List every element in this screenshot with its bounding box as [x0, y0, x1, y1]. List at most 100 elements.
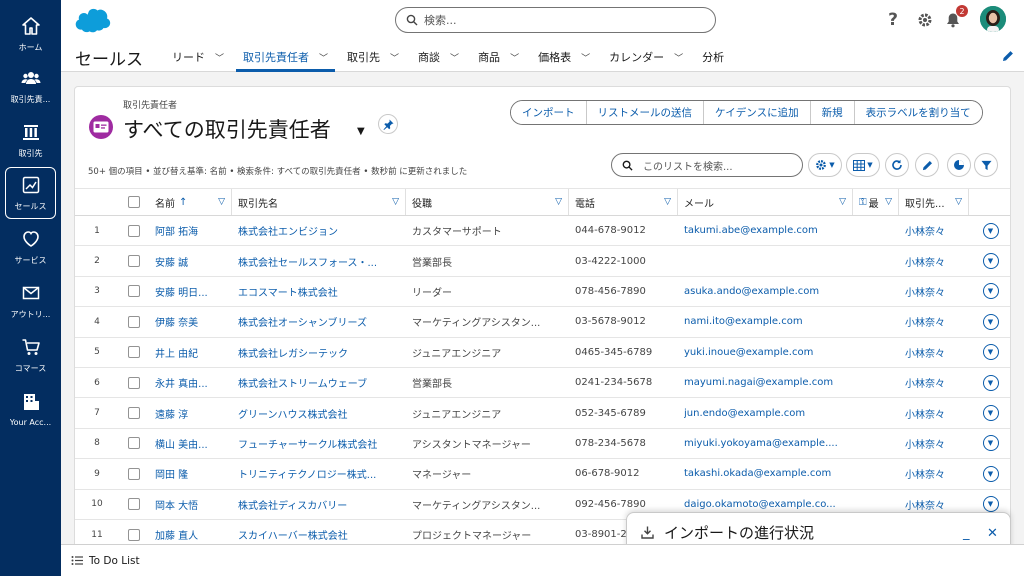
pin-list-icon[interactable] [378, 114, 398, 134]
chevron-down-icon[interactable]: ﹀ [674, 51, 683, 64]
row-actions-chevron-icon[interactable]: ▼ [982, 313, 999, 330]
contact-name-link[interactable]: 横山 美由... [155, 436, 208, 451]
contact-name-link[interactable]: 伊藤 奈美 [155, 314, 198, 329]
account-name-link[interactable]: スカイハーバー株式会社 [238, 527, 348, 542]
rail-item-7[interactable]: Your Acc... [5, 383, 56, 435]
list-search-input[interactable]: このリストを検索... [611, 153, 803, 177]
chevron-down-icon[interactable]: ﹀ [390, 51, 399, 64]
owner-alias-link[interactable]: 小林奈々 [905, 406, 945, 421]
charts-pie-icon[interactable] [947, 153, 971, 177]
list-action-button-1[interactable]: リストメールの送信 [585, 101, 703, 124]
contact-name-link[interactable]: 安藤 明日... [155, 284, 208, 299]
contact-phone[interactable]: 052-345-6789 [575, 408, 646, 419]
user-avatar[interactable] [980, 6, 1006, 32]
chevron-down-icon[interactable]: ▽ [392, 197, 399, 207]
row-checkbox[interactable] [119, 520, 149, 544]
chevron-down-icon[interactable]: ﹀ [319, 51, 328, 64]
contact-name-link[interactable]: 安藤 誠 [155, 254, 188, 269]
owner-alias-link[interactable]: 小林奈々 [905, 497, 945, 512]
list-action-button-2[interactable]: ケイデンスに追加 [703, 101, 810, 124]
row-actions-chevron-icon[interactable]: ▼ [982, 435, 999, 452]
nav-tab-2[interactable]: 取引先 ﹀ [340, 42, 406, 72]
list-action-button-3[interactable]: 新規 [809, 101, 854, 124]
list-settings-gear-icon[interactable]: ▼ [808, 153, 842, 177]
nav-tab-3[interactable]: 商談 ﹀ [411, 42, 466, 72]
contact-name-link[interactable]: 岡田 隆 [155, 466, 188, 481]
row-actions-chevron-icon[interactable]: ▼ [982, 374, 999, 391]
nav-tab-7[interactable]: 分析 [695, 42, 731, 72]
gear-icon[interactable] [915, 10, 935, 30]
contact-phone[interactable]: 0241-234-5678 [575, 377, 652, 388]
nav-tab-0[interactable]: リード ﹀ [165, 42, 231, 72]
nav-tab-1[interactable]: 取引先責任者 ﹀ [236, 42, 336, 72]
row-actions-chevron-icon[interactable]: ▼ [982, 253, 999, 270]
minimize-icon[interactable]: _ [963, 526, 970, 541]
chevron-down-icon[interactable]: ▽ [555, 197, 562, 207]
account-name-link[interactable]: 株式会社セールスフォース・... [238, 254, 377, 269]
contact-phone[interactable]: 078-234-5678 [575, 438, 646, 449]
contact-email-link[interactable]: takumi.abe@example.com [684, 225, 818, 236]
contact-email-link[interactable]: miyuki.yokoyama@example.... [684, 438, 838, 449]
list-view-picker-caret-icon[interactable]: ▼ [357, 126, 365, 137]
column-header-name[interactable]: 名前 ↑ ▽ [149, 189, 232, 215]
owner-alias-link[interactable]: 小林奈々 [905, 223, 945, 238]
column-header-email[interactable]: メール ▽ [678, 189, 853, 215]
contact-name-link[interactable]: 加藤 直人 [155, 527, 198, 542]
contact-name-link[interactable]: 井上 由紀 [155, 345, 198, 360]
contact-email-link[interactable]: yuki.inoue@example.com [684, 347, 813, 358]
edit-nav-pencil-icon[interactable] [1002, 50, 1014, 62]
global-search-input[interactable]: 検索... [395, 7, 716, 33]
rail-item-1[interactable]: 取引先責... [5, 60, 56, 112]
contact-name-link[interactable]: 永井 真由... [155, 375, 208, 390]
owner-alias-link[interactable]: 小林奈々 [905, 284, 945, 299]
owner-alias-link[interactable]: 小林奈々 [905, 466, 945, 481]
row-checkbox[interactable] [119, 459, 149, 488]
salesforce-logo[interactable] [73, 7, 113, 35]
chevron-down-icon[interactable]: ▽ [218, 197, 225, 207]
help-icon[interactable]: ? [883, 10, 903, 30]
row-checkbox[interactable] [119, 368, 149, 397]
refresh-icon[interactable] [885, 153, 909, 177]
row-checkbox[interactable] [119, 277, 149, 306]
row-checkbox[interactable] [119, 307, 149, 336]
rail-item-5[interactable]: アウトリ... [5, 275, 56, 327]
contact-name-link[interactable]: 遠藤 淳 [155, 406, 188, 421]
chevron-down-icon[interactable]: ﹀ [510, 51, 519, 64]
account-name-link[interactable]: 株式会社レガシーテック [238, 345, 348, 360]
chevron-down-icon[interactable]: ▽ [664, 197, 671, 207]
rail-item-2[interactable]: 取引先 [5, 114, 56, 166]
inline-edit-pencil-icon[interactable] [915, 153, 939, 177]
account-name-link[interactable]: フューチャーサークル株式会社 [238, 436, 377, 451]
row-actions-chevron-icon[interactable]: ▼ [982, 405, 999, 422]
contact-phone[interactable]: 0465-345-6789 [575, 347, 652, 358]
contact-phone[interactable]: 078-456-7890 [575, 286, 646, 297]
nav-tab-4[interactable]: 商品 ﹀ [471, 42, 526, 72]
contact-email-link[interactable]: jun.endo@example.com [684, 408, 805, 419]
select-all-checkbox[interactable] [119, 189, 149, 215]
contact-phone[interactable]: 092-456-7890 [575, 499, 646, 510]
contact-email-link[interactable]: daigo.okamoto@example.co... [684, 499, 836, 510]
contact-phone[interactable]: 06-678-9012 [575, 468, 639, 479]
list-view-title[interactable]: すべての取引先責任者 [123, 114, 331, 144]
column-header-owner[interactable]: 取引先... ▽ [899, 189, 969, 215]
contact-phone[interactable]: 044-678-9012 [575, 225, 646, 236]
row-actions-chevron-icon[interactable]: ▼ [982, 222, 999, 239]
account-name-link[interactable]: 株式会社ストリームウェーブ [238, 375, 367, 390]
owner-alias-link[interactable]: 小林奈々 [905, 254, 945, 269]
chevron-down-icon[interactable]: ﹀ [215, 51, 224, 64]
contact-email-link[interactable]: asuka.ando@example.com [684, 286, 819, 297]
row-checkbox[interactable] [119, 216, 149, 245]
contact-phone[interactable]: 03-8901-2 [575, 529, 627, 540]
rail-item-6[interactable]: コマース [5, 329, 56, 381]
close-icon[interactable]: ✕ [987, 526, 998, 541]
rail-item-0[interactable]: ホーム [5, 8, 56, 60]
contact-name-link[interactable]: 阿部 拓海 [155, 223, 198, 238]
chevron-down-icon[interactable]: ▽ [955, 197, 962, 207]
row-checkbox[interactable] [119, 246, 149, 275]
account-name-link[interactable]: 株式会社ディスカバリー [238, 497, 347, 512]
chevron-down-icon[interactable]: ﹀ [450, 51, 459, 64]
rail-item-3[interactable]: セールス [5, 167, 56, 219]
nav-tab-6[interactable]: カレンダー ﹀ [602, 42, 690, 72]
contact-email-link[interactable]: mayumi.nagai@example.com [684, 377, 833, 388]
owner-alias-link[interactable]: 小林奈々 [905, 375, 945, 390]
